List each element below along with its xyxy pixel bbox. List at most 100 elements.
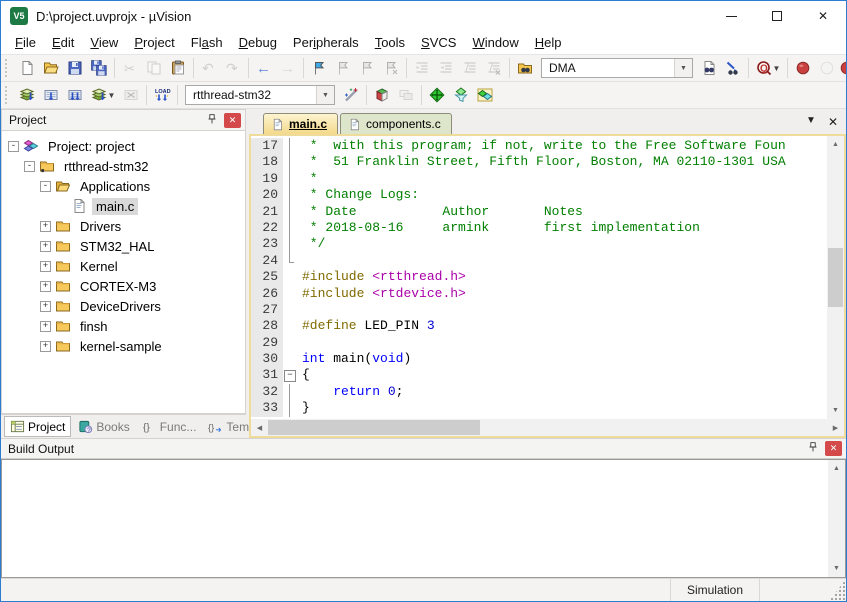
- menu-debug[interactable]: Debug: [231, 32, 285, 53]
- tree-item-applications[interactable]: -Applications: [2, 176, 245, 196]
- resize-grip[interactable]: [829, 579, 846, 601]
- build-output-header[interactable]: Build Output ✕: [1, 438, 846, 459]
- window-cascade-button[interactable]: [394, 84, 418, 106]
- select-packs-button[interactable]: [449, 84, 473, 106]
- books-search-button[interactable]: Q▼: [752, 57, 784, 79]
- download-load-button[interactable]: LOAD: [150, 84, 174, 106]
- expand-icon[interactable]: +: [40, 301, 51, 312]
- menu-file[interactable]: File: [7, 32, 44, 53]
- chevron-down-icon[interactable]: ▼: [108, 91, 116, 100]
- breakpoint-insert-button[interactable]: [791, 57, 815, 79]
- code-line-25[interactable]: 25#include <rtthread.h>: [251, 269, 827, 285]
- expand-icon[interactable]: +: [40, 321, 51, 332]
- code-line-20[interactable]: 20 * Change Logs:: [251, 187, 827, 203]
- menu-project[interactable]: Project: [126, 32, 182, 53]
- uncomment-button[interactable]: [482, 57, 506, 79]
- menu-peripherals[interactable]: Peripherals: [285, 32, 367, 53]
- code-line-23[interactable]: 23 */: [251, 236, 827, 252]
- scroll-track[interactable]: [828, 477, 845, 560]
- code-editor[interactable]: 17 * with this program; if not, write to…: [251, 136, 827, 419]
- tree-item-kernel-sample[interactable]: +kernel-sample: [2, 336, 245, 356]
- scroll-right-icon[interactable]: ▶: [827, 419, 844, 436]
- paste-button[interactable]: [166, 57, 190, 79]
- code-line-33[interactable]: 33}: [251, 400, 827, 416]
- undo-button[interactable]: ↶: [197, 57, 221, 79]
- stop-build-button[interactable]: [119, 84, 143, 106]
- code-line-30[interactable]: 30int main(void): [251, 351, 827, 367]
- code-line-27[interactable]: 27: [251, 302, 827, 318]
- panel-tab-books[interactable]: ?Books: [73, 417, 134, 436]
- tree-item-drivers[interactable]: +Drivers: [2, 216, 245, 236]
- collapse-icon[interactable]: -: [40, 181, 51, 192]
- manage-rte-button[interactable]: [425, 84, 449, 106]
- document-tab-components-c[interactable]: components.c: [340, 113, 452, 134]
- menu-window[interactable]: Window: [464, 32, 526, 53]
- expand-icon[interactable]: +: [40, 261, 51, 272]
- editor-horizontal-scrollbar[interactable]: ◀ ▶: [251, 419, 844, 436]
- scroll-up-icon[interactable]: ▲: [828, 460, 845, 477]
- expand-icon[interactable]: +: [40, 221, 51, 232]
- document-tab-main-c[interactable]: main.c: [263, 113, 338, 134]
- menu-view[interactable]: View: [82, 32, 126, 53]
- expand-icon[interactable]: +: [40, 241, 51, 252]
- build-output-close-button[interactable]: ✕: [825, 441, 842, 456]
- breakpoint-kill-button[interactable]: [839, 57, 846, 79]
- new-file-button[interactable]: [15, 57, 39, 79]
- build-output-scrollbar[interactable]: ▲ ▼: [828, 460, 845, 577]
- clear-bookmarks-button[interactable]: [379, 57, 403, 79]
- menu-edit[interactable]: Edit: [44, 32, 82, 53]
- prev-bookmark-button[interactable]: [355, 57, 379, 79]
- menu-help[interactable]: Help: [527, 32, 570, 53]
- tree-item-finsh[interactable]: +finsh: [2, 316, 245, 336]
- project-panel-close-button[interactable]: ✕: [224, 113, 241, 128]
- tree-item-rtthread-stm32[interactable]: -rtthread-stm32: [2, 156, 245, 176]
- maximize-button[interactable]: [754, 1, 800, 31]
- navigate-forward-button[interactable]: →: [276, 57, 300, 79]
- code-line-24[interactable]: 24: [251, 253, 827, 269]
- chevron-down-icon[interactable]: ▼: [316, 86, 334, 104]
- target-select[interactable]: rtthread-stm32▼: [185, 85, 335, 105]
- redo-button[interactable]: ↷: [221, 57, 245, 79]
- navigate-back-button[interactable]: ←: [252, 57, 276, 79]
- insert-bookmark-button[interactable]: [307, 57, 331, 79]
- code-line-18[interactable]: 18 * 51 Franklin Street, Fifth Floor, Bo…: [251, 154, 827, 170]
- copy-button[interactable]: [142, 57, 166, 79]
- cut-button[interactable]: ✂: [118, 57, 142, 79]
- close-document-icon[interactable]: ✕: [828, 115, 838, 129]
- next-bookmark-button[interactable]: [331, 57, 355, 79]
- panel-tab-func[interactable]: {}Func...: [137, 417, 202, 436]
- find-in-files-button[interactable]: [513, 57, 537, 79]
- pack-installer-button[interactable]: [473, 84, 497, 106]
- comment-button[interactable]: [458, 57, 482, 79]
- code-line-29[interactable]: 29: [251, 335, 827, 351]
- editor-vertical-scrollbar[interactable]: ▲ ▼: [827, 136, 844, 419]
- menu-flash[interactable]: Flash: [183, 32, 231, 53]
- expand-icon[interactable]: +: [40, 281, 51, 292]
- project-panel-header[interactable]: Project ✕: [1, 109, 246, 131]
- open-file-button[interactable]: [39, 57, 63, 79]
- close-button[interactable]: ✕: [800, 1, 846, 31]
- tree-item-project-project[interactable]: -Project: project: [2, 136, 245, 156]
- find-combo[interactable]: DMA▼: [541, 58, 693, 78]
- indent-button[interactable]: [410, 57, 434, 79]
- code-line-21[interactable]: 21 * Date Author Notes: [251, 204, 827, 220]
- code-line-26[interactable]: 26#include <rtdevice.h>: [251, 286, 827, 302]
- save-all-button[interactable]: [87, 57, 111, 79]
- code-line-19[interactable]: 19 *: [251, 171, 827, 187]
- find-button[interactable]: [697, 57, 721, 79]
- chevron-down-icon[interactable]: ▼: [773, 64, 781, 73]
- toolbar-grip[interactable]: [5, 86, 10, 104]
- scroll-track[interactable]: [268, 419, 827, 436]
- menu-tools[interactable]: Tools: [367, 32, 413, 53]
- collapse-icon[interactable]: -: [24, 161, 35, 172]
- minimize-button[interactable]: [708, 1, 754, 31]
- code-line-28[interactable]: 28#define LED_PIN 3: [251, 318, 827, 334]
- code-line-31[interactable]: 31{: [251, 367, 827, 383]
- tree-item-devicedrivers[interactable]: +DeviceDrivers: [2, 296, 245, 316]
- scroll-thumb[interactable]: [828, 248, 843, 308]
- chevron-down-icon[interactable]: ▼: [674, 59, 692, 77]
- tree-item-stm32-hal[interactable]: +STM32_HAL: [2, 236, 245, 256]
- toolbar-grip[interactable]: [5, 59, 10, 77]
- save-button[interactable]: [63, 57, 87, 79]
- collapse-icon[interactable]: -: [8, 141, 19, 152]
